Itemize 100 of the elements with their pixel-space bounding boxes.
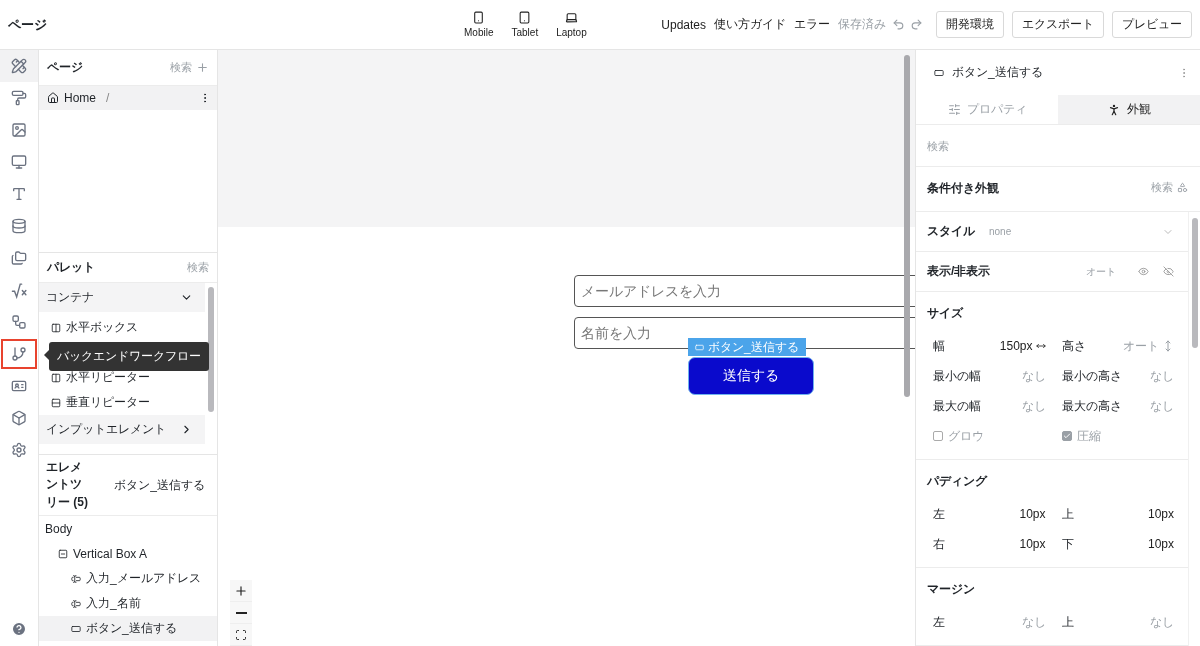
section-title: マージン [927,581,976,598]
section-title: サイズ [927,305,965,322]
scrollbar[interactable] [208,287,214,412]
device-button[interactable]: Mobile [458,11,500,38]
branch-icon [11,346,27,362]
property-label: 最大の高さ [1061,397,1122,415]
laptop-icon [564,11,578,24]
button-icon [934,67,944,78]
rail-item[interactable] [0,50,38,82]
square-root-icon [10,281,28,299]
checkbox[interactable] [933,431,943,441]
nodes-icon [11,314,27,330]
sliders-icon [947,103,961,116]
property-label: 下 [1061,535,1074,553]
save-status: 保存済み [838,16,886,33]
property-title: 表示/非表示 [927,263,992,280]
property-value[interactable]: 10px [1147,507,1174,521]
toolbar-button[interactable]: 開発環境 [936,11,1004,38]
checkbox[interactable] [1061,431,1072,441]
page-path: / [106,91,111,105]
checkbox-label: グロウ [948,427,984,445]
property-label: 幅 [933,337,945,355]
box-icon [51,322,61,333]
tablet-icon [518,11,532,24]
tree-item[interactable]: Vertical Box A [39,541,217,566]
fit-button[interactable] [230,624,252,646]
property-label: 最小の高さ [1061,367,1122,385]
property-value[interactable]: 10px [1019,507,1046,521]
tree-item[interactable]: ボタン_送信する [39,616,217,641]
group-label: インプットエレメント [46,421,166,438]
input-icon [71,573,81,584]
section-title: ページ [47,59,83,76]
eye-off-icon[interactable] [1163,266,1174,277]
checkbox-label: 圧縮 [1076,427,1101,445]
plus-icon [234,583,248,598]
horizontal-arrows-icon [1035,341,1046,351]
top-link[interactable]: 使い方ガイド [714,16,786,33]
property-label: 高さ [1061,337,1086,355]
page-title: ページ [8,15,48,34]
section-title: エレメントツリー (5) [46,458,89,511]
property-value[interactable]: 10px [1147,537,1174,551]
device-button[interactable]: Tablet [505,11,545,38]
button-icon [695,342,704,352]
tooltip: バックエンドワークフロー [49,342,209,371]
page-item[interactable]: Home / [39,86,217,110]
property-value[interactable]: 10px [1019,537,1046,551]
collapse-icon [58,548,68,559]
scrollbar[interactable] [1191,218,1198,348]
top-link[interactable]: Updates [661,17,706,32]
toolbar-button[interactable]: エクスポート [1012,11,1104,38]
tree-root[interactable]: Body [39,516,217,541]
cube-icon [11,410,27,426]
palette-item[interactable]: 水平ボックス [39,315,205,340]
submit-button[interactable]: 送信する [688,357,814,395]
device-button[interactable]: Laptop [550,11,593,38]
box-icon [51,397,61,408]
button-icon [71,623,81,634]
home-icon [47,92,59,104]
undo-icon[interactable] [892,18,905,31]
box-icon [51,372,61,383]
database-icon [11,218,27,234]
folders-icon [11,250,27,266]
palette-group[interactable]: インプットエレメント [39,415,205,444]
paint-roller-icon [11,90,27,106]
section-title: パレット [47,259,95,276]
property-label: 上 [1061,613,1074,631]
selection-label: ボタン_送信する [688,338,806,356]
tree-item[interactable]: 入力_メールアドレス [39,566,217,591]
property-title: スタイル [927,223,975,240]
property-label: 左 [933,613,945,631]
zoom-out-button[interactable] [230,602,252,624]
phone-icon [472,11,486,24]
monitor-icon [11,154,27,170]
redo-icon[interactable] [910,18,923,31]
property-label: 上 [1061,505,1074,523]
scrollbar[interactable] [904,55,910,397]
palette-item[interactable]: 垂直リピーター [39,390,205,415]
page-name: Home [64,91,96,105]
id-card-icon [11,378,27,394]
settings-icon [11,442,27,458]
add-icon[interactable] [196,61,209,74]
eye-icon[interactable] [1138,266,1149,277]
input-field[interactable]: メールアドレスを入力 [574,275,915,307]
current-element: ボタン_送信する [114,476,205,494]
property-label: 右 [933,535,945,553]
element-name: ボタン_送信する [952,64,1044,81]
group-label: コンテナ [46,289,94,306]
input-icon [71,598,81,609]
shapes-icon[interactable] [1177,182,1188,193]
text-icon [11,186,27,202]
tree-item[interactable]: 入力_名前 [39,591,217,616]
pencil-ruler-icon [11,58,27,74]
fit-icon [235,628,247,641]
property-value[interactable]: 150px [999,339,1046,353]
tab[interactable]: 外観 [1058,95,1200,124]
top-link[interactable]: エラー [794,16,830,33]
help-icon[interactable] [11,621,27,637]
zoom-in-button[interactable] [230,580,252,602]
toolbar-button[interactable]: プレビュー [1112,11,1192,38]
palette-group[interactable]: コンテナ [39,283,205,312]
